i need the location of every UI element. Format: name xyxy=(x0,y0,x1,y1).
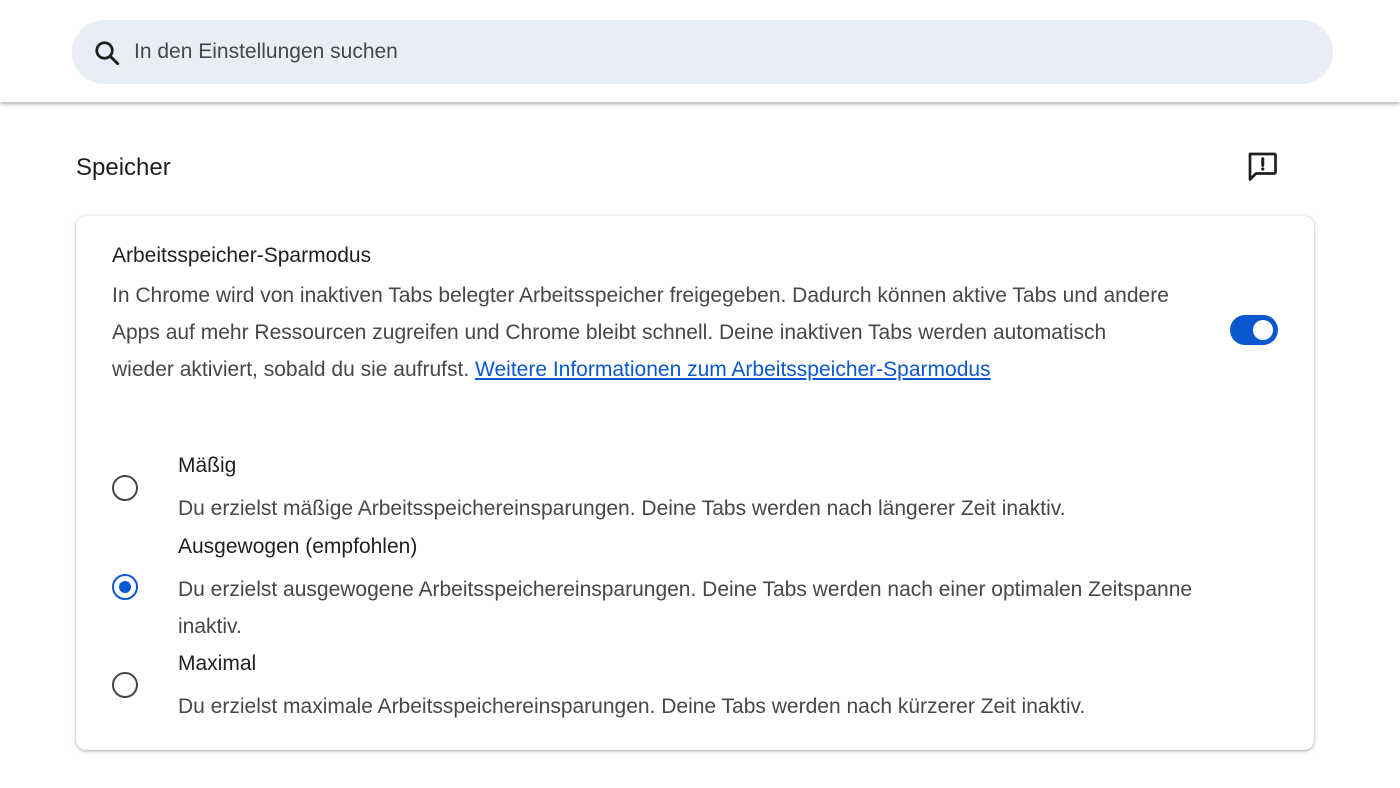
option-description: Du erzielst ausgewogene Arbeitsspeichere… xyxy=(178,578,1193,638)
learn-more-link[interactable]: Weitere Informationen zum Arbeitsspeiche… xyxy=(475,358,991,381)
memory-saver-card: Arbeitsspeicher-Sparmodus In Chrome wird… xyxy=(76,216,1314,750)
section-title: Speicher xyxy=(76,154,171,181)
option-label: Ausgewogen (empfohlen) xyxy=(178,535,418,558)
memory-saver-toggle[interactable] xyxy=(1230,315,1278,345)
radio-option-maximum[interactable]: Maximal Du erzielst maximale Arbeitsspei… xyxy=(76,652,1314,722)
option-label: Mäßig xyxy=(178,454,237,477)
option-description: Du erzielst mäßige Arbeitsspeichereinspa… xyxy=(178,497,1066,520)
search-field[interactable]: In den Einstellungen suchen xyxy=(72,20,1333,84)
option-label: Maximal xyxy=(178,652,257,675)
toolbar: In den Einstellungen suchen xyxy=(0,0,1400,102)
search-icon xyxy=(95,41,120,66)
search-input[interactable]: In den Einstellungen suchen xyxy=(134,20,398,84)
memory-saver-description: In Chrome wird von inaktiven Tabs belegt… xyxy=(112,277,1172,388)
radio-option-moderate[interactable]: Mäßig Du erzielst mäßige Arbeitsspeicher… xyxy=(76,454,1314,524)
radio-button-moderate[interactable] xyxy=(112,475,138,501)
radio-button-balanced[interactable] xyxy=(112,574,138,600)
radio-button-maximum[interactable] xyxy=(112,672,138,698)
toggle-knob xyxy=(1253,320,1273,340)
settings-page: Speicher Arbeitsspeicher-Sparmodus In Ch… xyxy=(0,102,1400,788)
radio-option-balanced[interactable]: Ausgewogen (empfohlen) Du erzielst ausge… xyxy=(76,535,1314,641)
memory-saver-title: Arbeitsspeicher-Sparmodus xyxy=(112,244,372,267)
option-description: Du erzielst maximale Arbeitsspeichereins… xyxy=(178,695,1086,718)
feedback-icon[interactable] xyxy=(1244,148,1280,184)
